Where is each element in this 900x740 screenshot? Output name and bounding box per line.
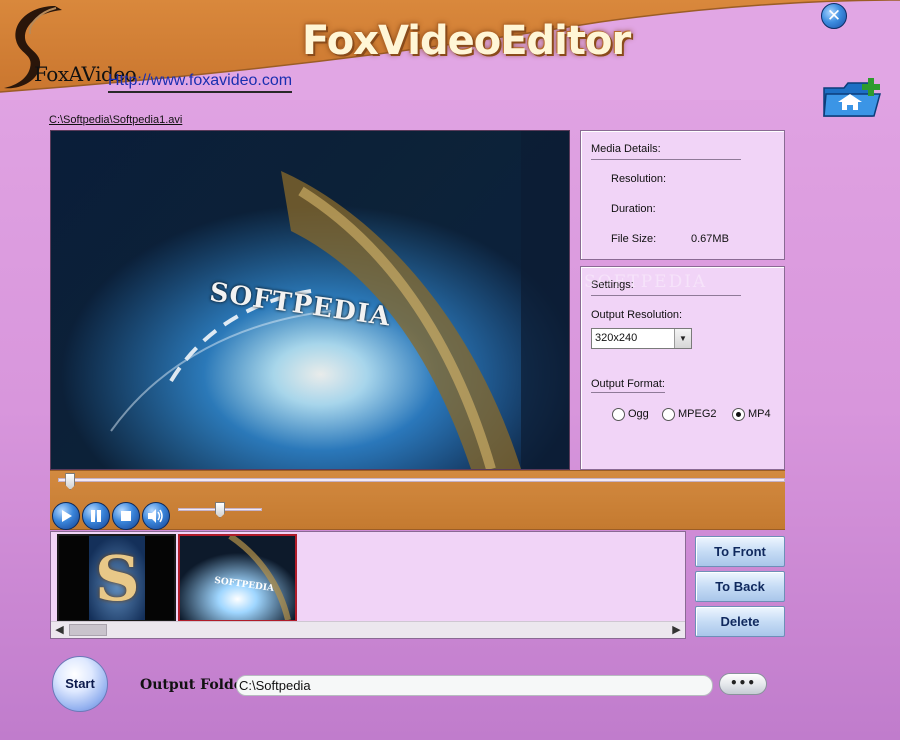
output-folder-input[interactable]: C:\Softpedia <box>236 675 713 696</box>
duration-label: Duration: <box>611 203 656 215</box>
thumbnail-scrollbar[interactable]: ◀ ▶ <box>51 621 685 638</box>
file-path-label: C:\Softpedia\Softpedia1.avi <box>49 114 183 126</box>
add-folder-icon[interactable] <box>822 76 884 120</box>
pause-button[interactable] <box>82 502 110 530</box>
format-radio-ogg[interactable]: Ogg <box>612 407 649 421</box>
pause-icon <box>91 510 101 522</box>
to-front-button[interactable]: To Front <box>695 536 785 567</box>
format-radio-mp4[interactable]: MP4 <box>732 407 771 421</box>
chevron-down-icon: ▼ <box>674 329 691 348</box>
output-resolution-select[interactable]: 320x240 ▼ <box>591 328 692 349</box>
output-resolution-value: 320x240 <box>595 332 638 344</box>
clip-thumbnail-strip: S SOFTPEDIA ◀ ▶ <box>50 531 686 639</box>
format-radio-mpeg2[interactable]: MPEG2 <box>662 407 717 421</box>
output-format-label: Output Format: <box>591 378 665 393</box>
app-title: FoxVideoEditor <box>302 18 631 64</box>
close-icon: ✕ <box>826 6 842 26</box>
filesize-label: File Size: <box>611 233 657 245</box>
volume-icon <box>148 509 163 523</box>
scrollbar-thumb[interactable] <box>69 624 107 636</box>
settings-panel: Settings: Output Resolution: 320x240 ▼ O… <box>580 266 785 470</box>
media-details-heading: Media Details: <box>591 143 741 160</box>
output-folder-label: Output Folder <box>140 677 251 693</box>
filesize-value: 0.67MB <box>691 233 729 245</box>
play-button[interactable] <box>52 502 80 530</box>
scroll-right-icon[interactable]: ▶ <box>668 622 685 638</box>
seek-slider-track[interactable] <box>58 478 785 482</box>
play-icon <box>62 510 72 522</box>
clip-thumbnail[interactable]: S <box>57 534 176 622</box>
clip-thumbnail-selected[interactable]: SOFTPEDIA <box>178 534 297 622</box>
video-preview: SOFTPEDIA <box>50 130 570 470</box>
close-button[interactable]: ✕ <box>821 3 847 29</box>
browse-folder-button[interactable]: ••• <box>719 673 767 695</box>
delete-button[interactable]: Delete <box>695 606 785 637</box>
softpedia-watermark: SOFTPEDIA <box>584 272 708 292</box>
resolution-label: Resolution: <box>611 173 667 185</box>
scroll-left-icon[interactable]: ◀ <box>51 622 68 638</box>
media-details-panel: Media Details: Resolution: Duration: Fil… <box>580 130 785 260</box>
clip-thumbnail-label: S <box>95 542 140 615</box>
to-back-button[interactable]: To Back <box>695 571 785 602</box>
stop-button[interactable] <box>112 502 140 530</box>
volume-button[interactable] <box>142 502 170 530</box>
stop-icon <box>121 511 131 521</box>
clip-thumbnail-image <box>180 536 295 620</box>
output-resolution-label: Output Resolution: <box>591 309 683 321</box>
website-link[interactable]: Http://www.foxavideo.com <box>108 72 293 93</box>
start-button[interactable]: Start <box>52 656 108 712</box>
